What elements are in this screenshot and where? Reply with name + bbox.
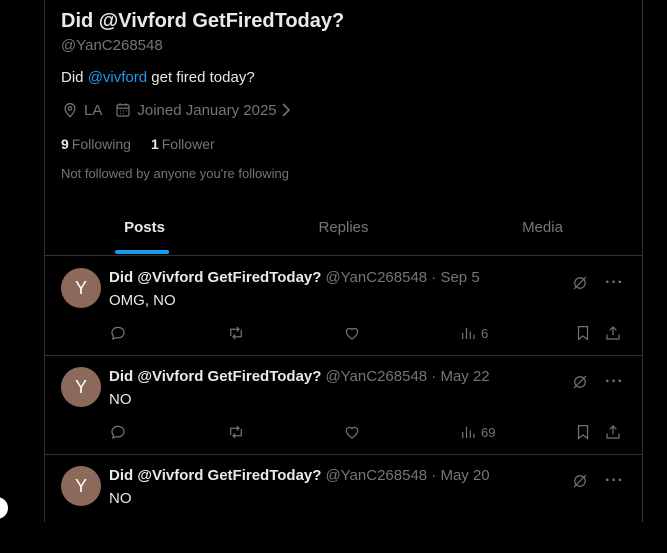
tweet-meta: @YanC268548 · Sep 5 bbox=[325, 269, 480, 286]
share-button[interactable] bbox=[604, 423, 622, 441]
tweet-actions: 6 bbox=[109, 324, 629, 344]
avatar[interactable]: Y bbox=[61, 367, 101, 407]
tweet-top-icons: ··· bbox=[571, 373, 624, 391]
grok-icon[interactable] bbox=[571, 472, 589, 490]
share-icon bbox=[606, 425, 620, 439]
bookmark-icon bbox=[577, 326, 589, 341]
tweet-header: Did @Vivford GetFiredToday? @YanC268548 ·… bbox=[109, 368, 490, 385]
grok-icon[interactable] bbox=[571, 274, 589, 292]
share-button[interactable] bbox=[604, 324, 622, 342]
bookmark-icon bbox=[577, 425, 589, 440]
bookmark-button[interactable] bbox=[574, 423, 592, 441]
followers-link[interactable]: 1 Follower bbox=[151, 136, 215, 152]
following-count: 9 bbox=[61, 136, 69, 152]
tweet-author-name[interactable]: Did @Vivford GetFiredToday? bbox=[109, 269, 321, 286]
views-count: 69 bbox=[481, 424, 496, 440]
reply-icon bbox=[111, 425, 125, 440]
scroll-indicator[interactable] bbox=[0, 497, 8, 519]
grok-icon[interactable] bbox=[571, 373, 589, 391]
tweet-text: NO bbox=[109, 391, 132, 408]
reply-button[interactable] bbox=[109, 423, 127, 441]
like-button[interactable] bbox=[343, 423, 361, 441]
tweet-meta: @YanC268548 · May 22 bbox=[325, 368, 490, 385]
tweet[interactable]: Y Did @Vivford GetFiredToday? @YanC268548… bbox=[45, 256, 642, 356]
analytics-icon bbox=[462, 327, 475, 339]
views-count: 6 bbox=[481, 325, 489, 341]
tweet[interactable]: Y Did @Vivford GetFiredToday? @YanC268548… bbox=[45, 355, 642, 455]
tweet-actions: 69 bbox=[109, 423, 629, 443]
location: LA bbox=[61, 101, 102, 119]
avatar[interactable]: Y bbox=[61, 466, 101, 506]
views-button[interactable]: 6 bbox=[459, 324, 488, 342]
calendar-icon bbox=[116, 103, 130, 117]
views-button[interactable]: 69 bbox=[459, 423, 495, 441]
tab-posts[interactable]: Posts bbox=[45, 200, 244, 255]
follow-stats: 9 Following 1 Follower bbox=[61, 136, 235, 152]
tab-replies[interactable]: Replies bbox=[244, 200, 443, 255]
more-options-icon[interactable]: ··· bbox=[605, 472, 624, 490]
reply-icon bbox=[111, 326, 125, 341]
tweet-meta: @YanC268548 · May 20 bbox=[325, 467, 490, 484]
bio-prefix: Did bbox=[61, 69, 88, 86]
followers-count: 1 bbox=[150, 136, 159, 152]
tab-media[interactable]: Media bbox=[443, 200, 642, 255]
tweet-text: NO bbox=[109, 490, 132, 507]
profile-handle: @YanC268548 bbox=[61, 37, 163, 54]
more-options-icon[interactable]: ··· bbox=[605, 274, 624, 292]
profile-bio: Did @vivford get fired today? bbox=[61, 69, 255, 86]
tweet-header: Did @Vivford GetFiredToday? @YanC268548 ·… bbox=[109, 467, 490, 484]
tweet-author-name[interactable]: Did @Vivford GetFiredToday? bbox=[109, 368, 321, 385]
tweet[interactable]: Y Did @Vivford GetFiredToday? @YanC268548… bbox=[45, 454, 642, 553]
reply-button[interactable] bbox=[109, 324, 127, 342]
avatar[interactable]: Y bbox=[61, 268, 101, 308]
chevron-right-icon bbox=[282, 103, 290, 117]
joined-date[interactable]: Joined January 2025 bbox=[114, 101, 292, 119]
profile-name: Did @Vivford GetFiredToday? bbox=[61, 10, 345, 32]
tweet-top-icons: ··· bbox=[571, 472, 624, 490]
location-pin-icon bbox=[64, 103, 76, 118]
active-tab-indicator bbox=[115, 250, 169, 254]
repost-button[interactable] bbox=[226, 324, 246, 342]
tweet-top-icons: ··· bbox=[571, 274, 624, 292]
more-options-icon[interactable]: ··· bbox=[605, 373, 624, 391]
repost-button[interactable] bbox=[226, 423, 246, 441]
bio-mention-link[interactable]: @vivford bbox=[88, 69, 147, 86]
like-button[interactable] bbox=[343, 324, 361, 342]
heart-icon bbox=[345, 327, 359, 340]
location-text: LA bbox=[84, 101, 103, 119]
bio-suffix: get fired today? bbox=[147, 69, 255, 86]
repost-icon bbox=[230, 425, 242, 439]
profile-column: Did @Vivford GetFiredToday? @YanC268548 … bbox=[44, 0, 643, 522]
following-label: Following bbox=[71, 136, 131, 152]
bookmark-button[interactable] bbox=[574, 324, 592, 342]
repost-icon bbox=[230, 326, 242, 340]
tweet-author-name[interactable]: Did @Vivford GetFiredToday? bbox=[109, 467, 321, 484]
followers-label: Follower bbox=[161, 136, 215, 152]
heart-icon bbox=[345, 426, 359, 439]
joined-text: Joined January 2025 bbox=[137, 101, 277, 119]
following-link[interactable]: 9 Following bbox=[61, 136, 131, 152]
tweet-text: OMG, NO bbox=[109, 292, 176, 309]
profile-meta: LA Joined January 2025 bbox=[61, 101, 305, 119]
not-followed-text: Not followed by anyone you're following bbox=[61, 166, 289, 181]
analytics-icon bbox=[462, 426, 475, 438]
share-icon bbox=[606, 326, 620, 340]
tweet-header: Did @Vivford GetFiredToday? @YanC268548 ·… bbox=[109, 269, 480, 286]
profile-tabs: Posts Replies Media bbox=[45, 200, 642, 256]
